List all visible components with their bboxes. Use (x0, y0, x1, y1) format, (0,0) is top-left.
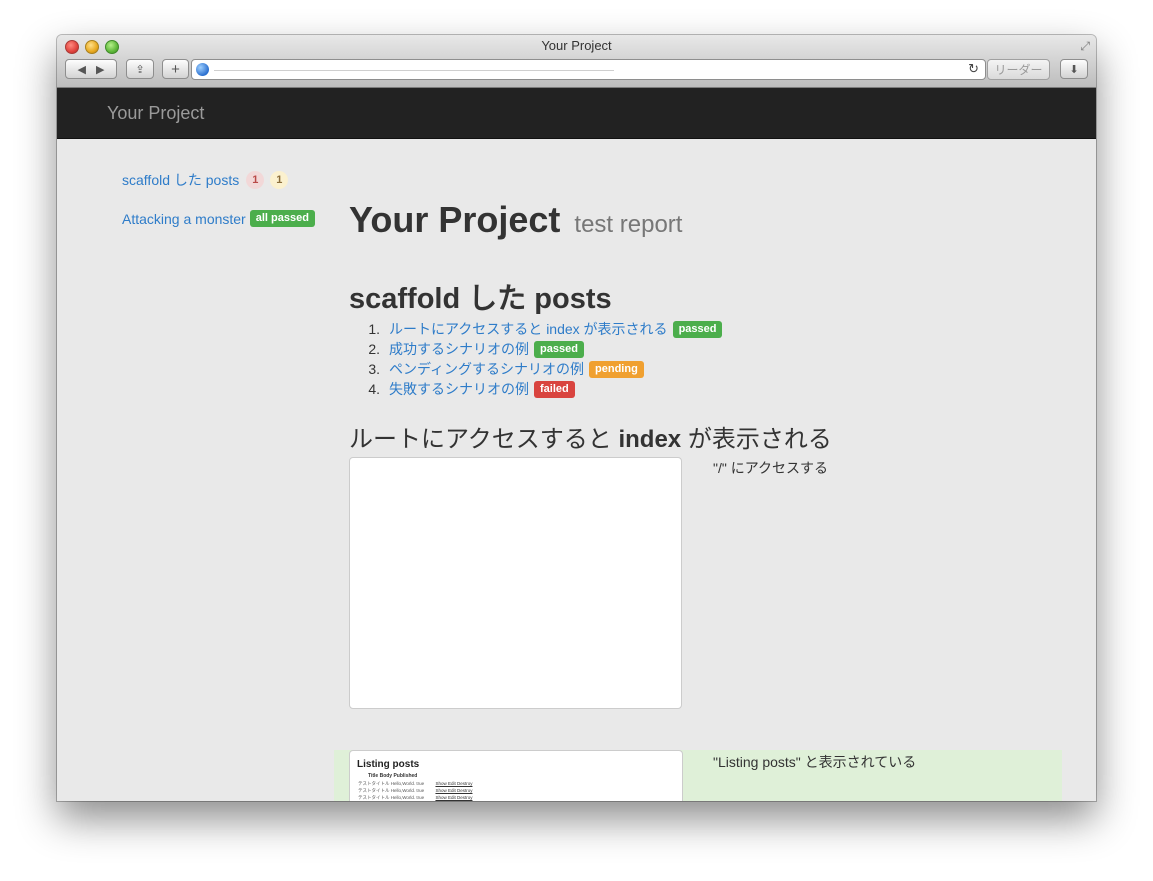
row-actions: Show Edit Destroy (435, 781, 473, 786)
step-text: "/" にアクセスする (713, 460, 829, 476)
sidebar-item-scaffold-posts[interactable]: scaffold した posts 1 1 (122, 170, 289, 190)
plus-icon: + (171, 60, 180, 78)
list-number: 4. (368, 381, 380, 397)
status-badge: all passed (249, 210, 315, 227)
scenario-heading-pre: ルートにアクセスすると (349, 426, 619, 453)
forward-arrow-icon[interactable]: ▶ (96, 63, 104, 76)
reload-icon[interactable]: ↻ (968, 61, 979, 77)
scenario-heading-post: が表示される (681, 426, 832, 453)
page-subtitle: test report (574, 211, 683, 238)
navbar: Your Project (57, 88, 1096, 139)
sidebar-item-attacking-monster[interactable]: Attacking a monster all passed (122, 210, 315, 227)
status-badge: pending (589, 360, 644, 378)
url-text (214, 70, 614, 71)
list-number: 1. (368, 321, 380, 337)
navbar-brand[interactable]: Your Project (107, 103, 204, 124)
back-forward-button[interactable]: ◀ ▶ (65, 59, 117, 79)
table-row: テストタイトル Hello,World. true Show Edit Dest… (358, 781, 472, 787)
downloads-button[interactable]: ⬇ (1060, 59, 1088, 79)
table-row: テストタイトル Hello,World. true Show Edit Dest… (358, 795, 472, 801)
status-badge: passed (672, 320, 723, 338)
scenario-heading: ルートにアクセスすると index が表示される (349, 419, 832, 454)
step-text: "Listing posts" と表示されている (713, 754, 917, 770)
scenario-link[interactable]: 成功するシナリオの例 (389, 339, 529, 359)
title-bar: Your Project ⤢ ◀ ▶ ⇪ + ↻ リーダー ⬇ (57, 35, 1096, 88)
list-number: 3. (368, 361, 380, 377)
address-bar[interactable]: ↻ (191, 59, 986, 80)
screenshot-title: Listing posts (357, 759, 420, 770)
window-title: Your Project (541, 38, 612, 53)
pending-count-badge: 1 (270, 171, 289, 189)
share-icon: ⇪ (135, 63, 145, 76)
globe-icon (196, 63, 209, 76)
fullscreen-icon[interactable]: ⤢ (1080, 39, 1090, 54)
feature-title: scaffold した posts (349, 283, 612, 315)
list-item: 4. 失敗するシナリオの例 failed (349, 379, 722, 399)
scenario-link[interactable]: 失敗するシナリオの例 (389, 379, 529, 399)
browser-window: Your Project ⤢ ◀ ▶ ⇪ + ↻ リーダー ⬇ Your Pro… (57, 35, 1096, 801)
page-title-text: Your Project (349, 199, 561, 240)
status-badge: failed (534, 380, 575, 398)
step-screenshot[interactable]: Listing posts Title Body Published テストタイ… (349, 750, 683, 801)
back-arrow-icon[interactable]: ◀ (78, 63, 86, 76)
step-row-passed: Listing posts Title Body Published テストタイ… (334, 750, 1062, 801)
sidebar-item-label[interactable]: Attacking a monster (122, 211, 246, 227)
page-title: Your Project test report (349, 199, 682, 241)
failed-count-badge: 1 (246, 171, 265, 189)
list-item: 1. ルートにアクセスすると index が表示される passed (349, 319, 723, 339)
scenario-link[interactable]: ペンディングするシナリオの例 (389, 359, 584, 379)
screenshot-table-header: Title Body Published (368, 773, 418, 779)
new-tab-button[interactable]: + (162, 59, 189, 79)
status-badge: passed (534, 340, 584, 358)
table-row: テストタイトル Hello,World. true Show Edit Dest… (358, 788, 472, 794)
row-text: テストタイトル Hello,World. true (358, 795, 425, 800)
list-item: 2. 成功するシナリオの例 passed (349, 339, 722, 359)
download-icon: ⬇ (1069, 63, 1079, 76)
row-text: テストタイトル Hello,World. true (358, 781, 425, 786)
list-number: 2. (368, 341, 380, 357)
scenario-heading-bold: index (618, 426, 682, 453)
scenario-link[interactable]: ルートにアクセスすると index が表示される (389, 319, 668, 339)
row-actions: Show Edit Destroy (435, 788, 473, 793)
reader-button[interactable]: リーダー (987, 59, 1050, 80)
share-button[interactable]: ⇪ (126, 59, 154, 79)
row-text: テストタイトル Hello,World. true (358, 788, 425, 793)
scenario-list: 1. ルートにアクセスすると index が表示される passed 2. 成功… (349, 319, 723, 399)
sidebar-item-label[interactable]: scaffold した posts (122, 170, 239, 190)
row-actions: Show Edit Destroy (435, 795, 473, 800)
step-screenshot[interactable] (349, 457, 682, 709)
list-item: 3. ペンディングするシナリオの例 pending (349, 359, 722, 379)
